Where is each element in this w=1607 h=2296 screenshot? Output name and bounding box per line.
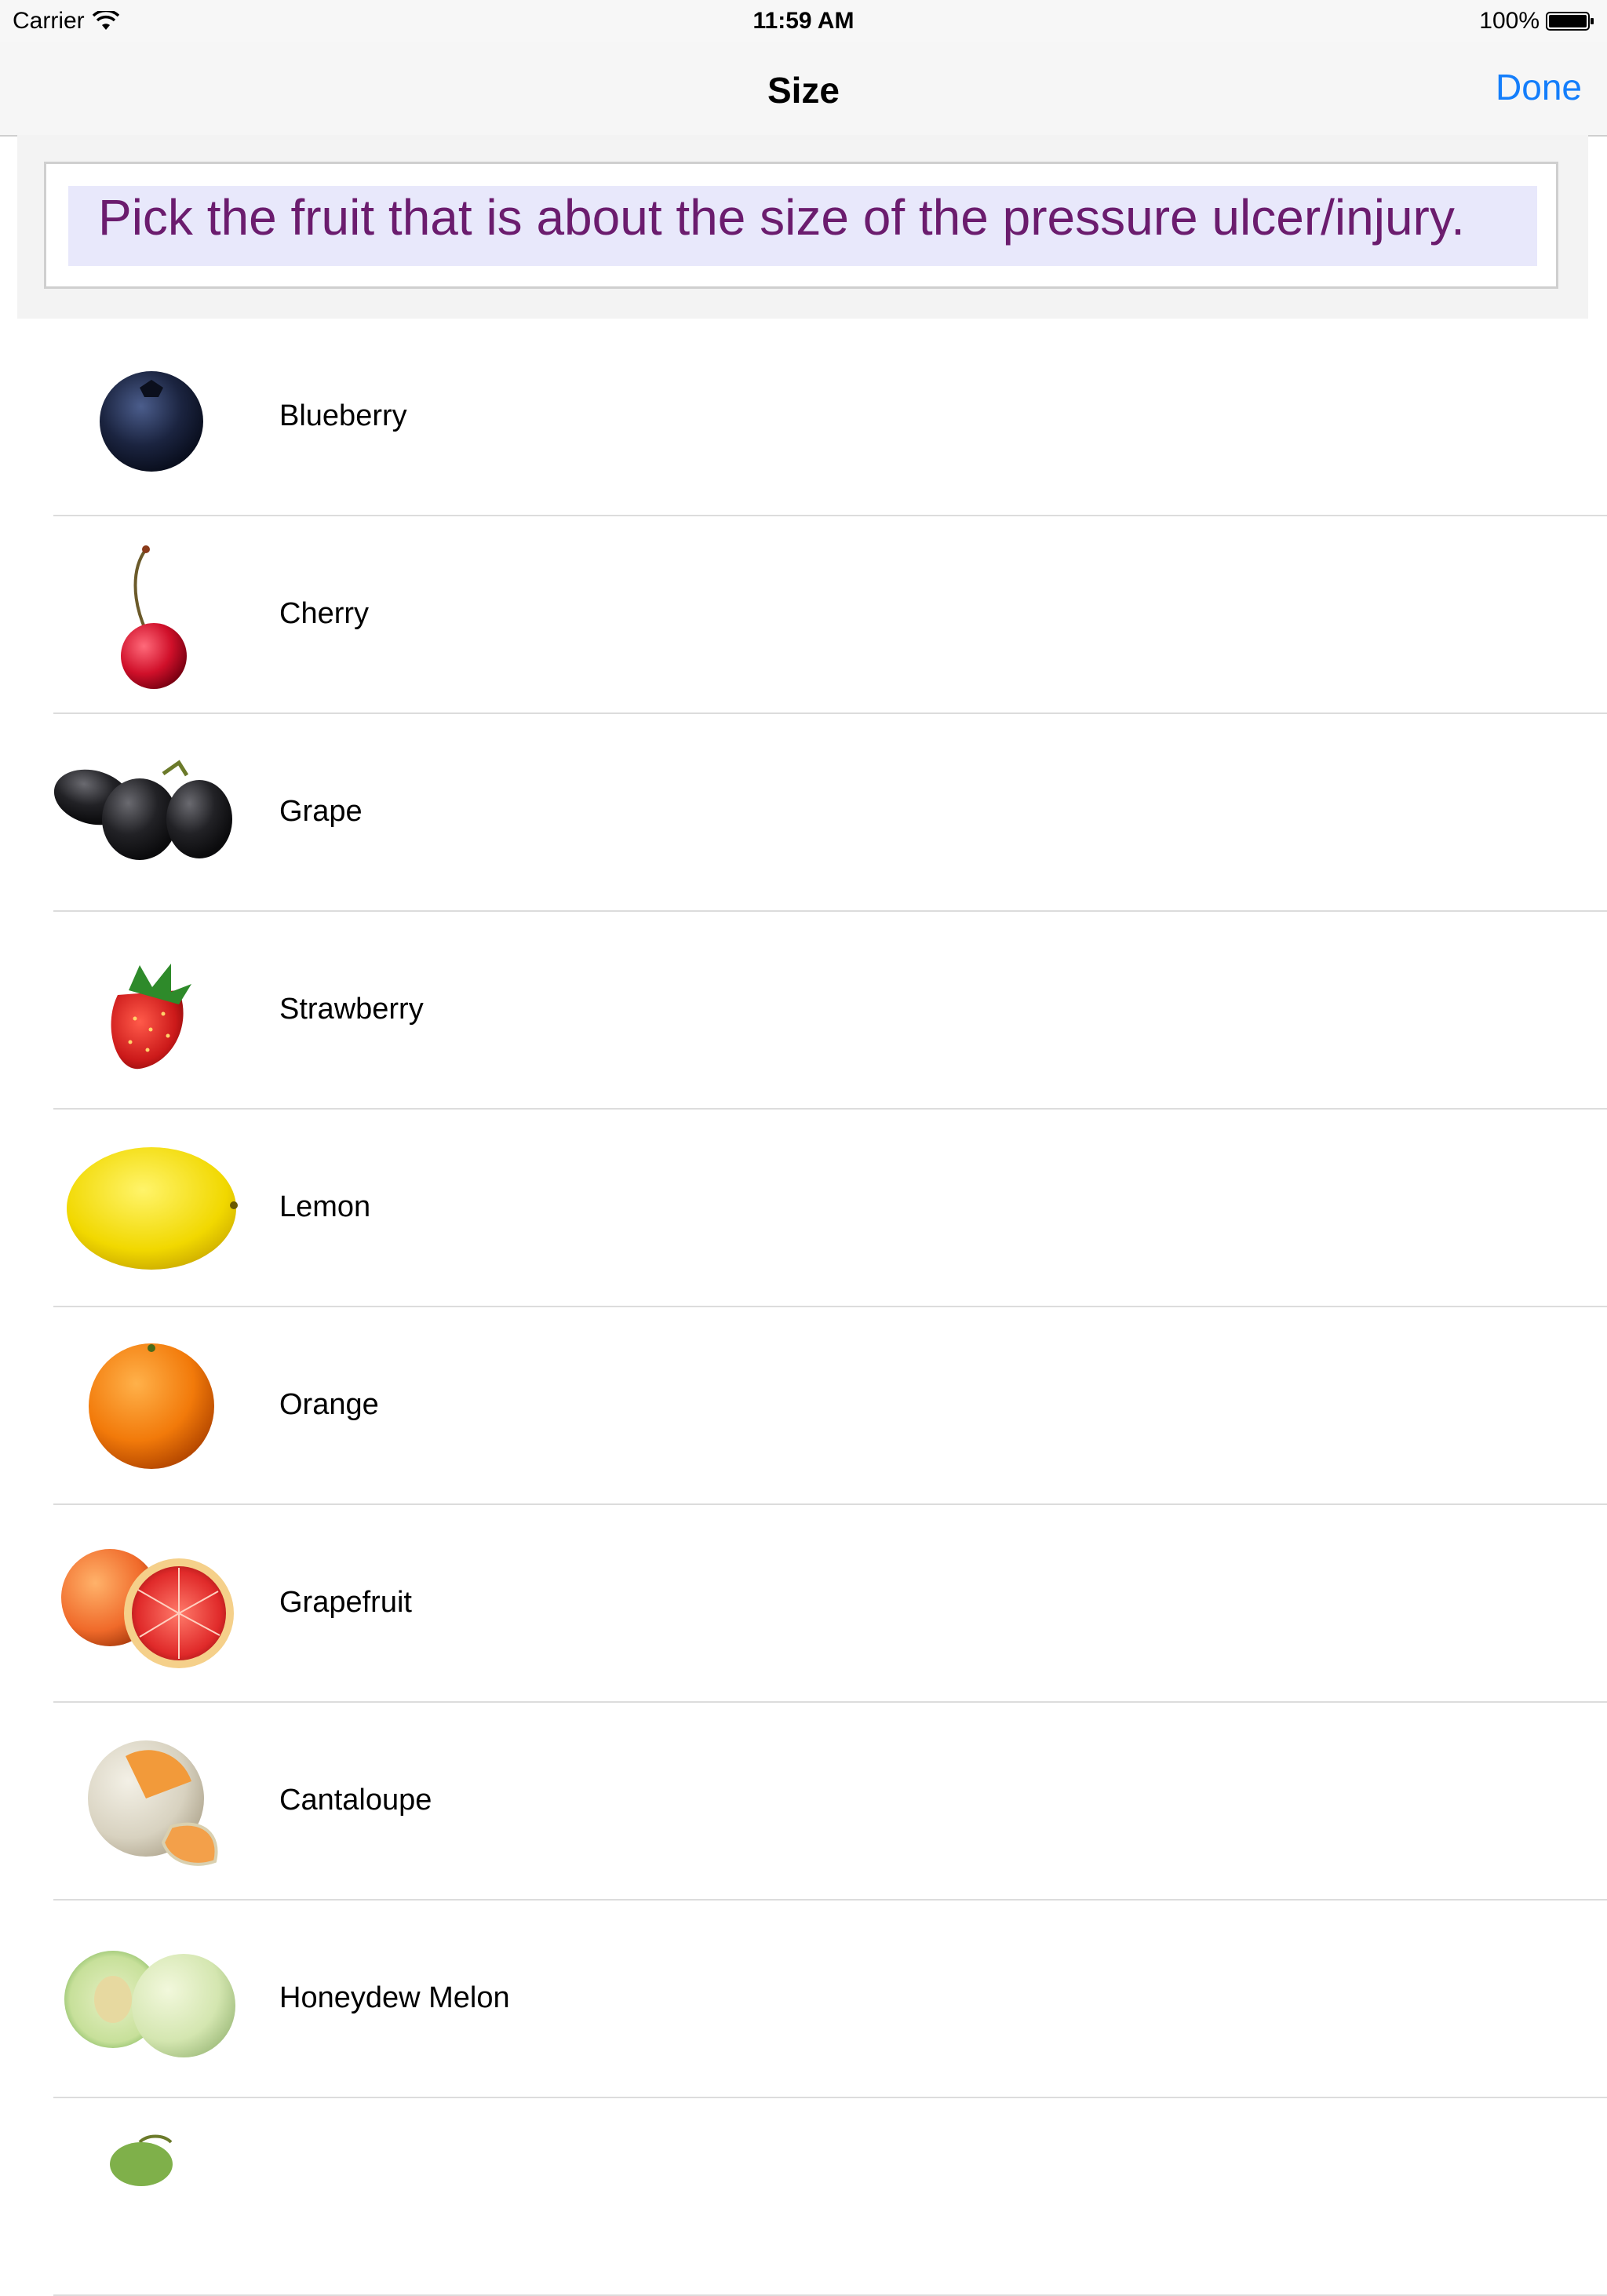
list-item-partial[interactable] [0, 2098, 1607, 2296]
fruit-label: Blueberry [279, 399, 407, 432]
lemon-icon [67, 1147, 238, 1270]
page-title: Size [767, 70, 840, 111]
list-item-grape[interactable]: Grape [0, 714, 1607, 912]
fruit-label: Lemon [279, 1190, 371, 1223]
fruit-label: Strawberry [279, 993, 424, 1026]
strawberry-icon [111, 964, 191, 1070]
fruit-label: Cantaloupe [279, 1784, 432, 1817]
fruit-label: Orange [279, 1388, 379, 1421]
list-item-lemon[interactable]: Lemon [0, 1110, 1607, 1307]
list-item-cantaloupe[interactable]: Cantaloupe [0, 1703, 1607, 1901]
list-item-honeydew-melon[interactable]: Honeydew Melon [0, 1901, 1607, 2098]
blueberry-icon [100, 371, 203, 472]
list-item-grapefruit[interactable]: Grapefruit [0, 1505, 1607, 1703]
status-time: 11:59 AM [752, 8, 855, 34]
cherry-icon [121, 545, 187, 689]
navigation-bar: Size Done [0, 42, 1607, 137]
cantaloupe-icon [88, 1740, 218, 1866]
fruit-label: Honeydew Melon [279, 1981, 510, 2014]
list-item-orange[interactable]: Orange [0, 1307, 1607, 1505]
list-item-strawberry[interactable]: Strawberry [0, 912, 1607, 1110]
status-right: 100% [1479, 8, 1594, 35]
battery-icon [1546, 12, 1594, 31]
fruit-icon [110, 2134, 173, 2186]
grape-icon [53, 760, 232, 860]
battery-percent: 100% [1479, 8, 1540, 34]
list-item-cherry[interactable]: Cherry [0, 516, 1607, 714]
status-bar: Carrier 11:59 AM 100% [0, 0, 1607, 42]
fruit-label: Grape [279, 795, 363, 828]
grapefruit-icon [61, 1549, 234, 1668]
instruction-header: Pick the fruit that is about the size of… [17, 135, 1588, 319]
honeydew-icon [64, 1951, 235, 2057]
fruit-label: Cherry [279, 597, 370, 630]
fruit-label: Grapefruit [279, 1586, 412, 1619]
instruction-box: Pick the fruit that is about the size of… [44, 162, 1558, 289]
list-item-blueberry[interactable]: Blueberry [0, 319, 1607, 516]
fruit-list: Blueberry Cherry Grape Strawberry Lemon … [0, 319, 1607, 2296]
done-button[interactable]: Done [1496, 66, 1582, 108]
orange-icon [89, 1343, 214, 1469]
instruction-text: Pick the fruit that is about the size of… [68, 186, 1537, 266]
